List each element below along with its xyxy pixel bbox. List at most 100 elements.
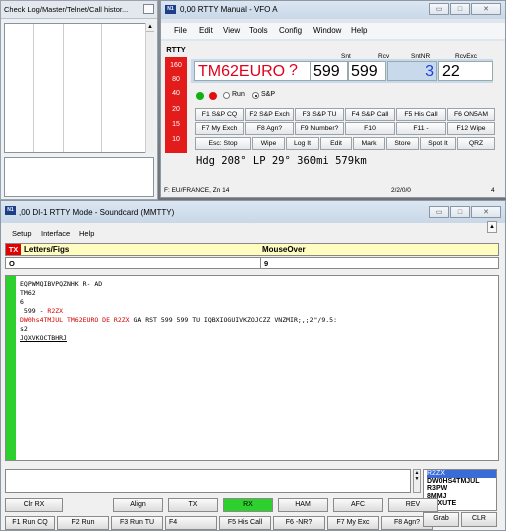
wipe-button[interactable]: Wipe <box>252 137 285 150</box>
scroll-up-icon[interactable]: ▲ <box>146 23 154 32</box>
f10-button[interactable]: F10 <box>345 122 395 135</box>
check-log-grid[interactable] <box>4 23 154 153</box>
green-led-icon <box>196 92 204 100</box>
divider <box>260 258 261 269</box>
rx-callsign-text[interactable]: DW0hs4TMJUL TM62EURO DE R2ZX <box>20 316 130 324</box>
ham-button[interactable]: HAM <box>278 498 328 512</box>
minimize-button[interactable]: ▭ <box>429 3 449 15</box>
f3-button[interactable]: F3 S&P TU <box>295 108 344 121</box>
check-log-titlebar[interactable]: Check Log/Master/Telnet/Call histor... <box>1 1 157 19</box>
status-counts: 2/2/0/0 <box>391 187 411 194</box>
rx-button[interactable]: RX <box>223 498 273 512</box>
clr-button[interactable]: CLR <box>461 512 497 527</box>
band-40[interactable]: 40 <box>165 90 187 97</box>
scroll-up-icon[interactable]: ▲ <box>487 221 497 233</box>
f4-button[interactable]: F4 S&P Call <box>345 108 395 121</box>
f3-run-tu-button[interactable]: F3 Run TU <box>111 516 163 530</box>
rcvexc-input[interactable]: 22 <box>438 61 493 81</box>
menu-tools[interactable]: Tools <box>249 26 268 35</box>
run-radio[interactable] <box>223 92 230 99</box>
f2-run-button[interactable]: F2 Run <box>57 516 109 530</box>
edit-button[interactable]: Edit <box>320 137 352 150</box>
store-button[interactable]: Store <box>386 137 419 150</box>
clear-rx-button[interactable]: Clr RX <box>5 498 63 512</box>
menu-help[interactable]: Help <box>79 229 94 238</box>
app-icon: N1 <box>165 5 176 14</box>
rx-callsign[interactable]: R2ZX <box>47 307 63 315</box>
sntnr-input[interactable]: 3 <box>387 61 437 81</box>
call-history-pane[interactable] <box>4 157 154 197</box>
rtty-titlebar[interactable]: N1 0,00 RTTY Manual - VFO A ▭ □ ✕ <box>161 1 505 19</box>
menu-view[interactable]: View <box>223 26 240 35</box>
tx-button[interactable]: TX <box>168 498 218 512</box>
receive-text-area[interactable]: EQPWMQIBVPQZNHK R- AD TM62 6 599 - R2ZX DW0… <box>5 275 499 461</box>
callsign-stack-item[interactable]: DW0HS4TMJUL <box>427 478 496 486</box>
maximize-button[interactable]: □ <box>450 206 470 218</box>
menu-file[interactable]: File <box>174 26 187 35</box>
f7-button[interactable]: F7 My Exch <box>195 122 244 135</box>
menu-window[interactable]: Window <box>313 26 341 35</box>
transmit-text-area[interactable] <box>5 469 411 493</box>
grab-button[interactable]: Grab <box>423 512 459 527</box>
rx-text: 599 - <box>20 307 48 315</box>
band-20[interactable]: 20 <box>165 106 187 113</box>
afc-button[interactable]: AFC <box>333 498 383 512</box>
mouseover-label: MouseOver <box>262 245 306 254</box>
band-160[interactable]: 160 <box>165 62 187 69</box>
f12-button[interactable]: F12 Wipe <box>447 122 495 135</box>
app-icon: N1 <box>5 206 16 215</box>
qrz-button[interactable]: QRZ <box>457 137 495 150</box>
di-titlebar[interactable]: N1 ,00 DI-1 RTTY Mode - Soundcard (MMTTY… <box>1 201 505 223</box>
f1-button[interactable]: F1 S&P CQ <box>195 108 244 121</box>
snt-input[interactable]: 599 <box>310 61 348 81</box>
callsign-stack-item[interactable]: R2ZX <box>427 470 496 478</box>
align-button[interactable]: Align <box>113 498 163 512</box>
menu-edit[interactable]: Edit <box>199 26 213 35</box>
f8-button[interactable]: F8 Agn? <box>245 122 294 135</box>
f5-button[interactable]: F5 His Call <box>396 108 446 121</box>
minimize-button[interactable] <box>143 4 154 14</box>
menu-setup[interactable]: Setup <box>12 229 32 238</box>
close-button[interactable]: ✕ <box>471 206 501 218</box>
sp-radio[interactable] <box>252 92 259 99</box>
letters-figs-value: O <box>9 259 15 268</box>
check-log-scrollbar[interactable]: ▲ <box>145 23 154 153</box>
f6-nr-button[interactable]: F6 -NR? <box>273 516 325 530</box>
status-value-bar: O 9 <box>5 257 499 269</box>
f9-button[interactable]: F9 Number? <box>295 122 344 135</box>
rx-line: DW0hs4TMJUL TM62EURO DE R2ZX GA RST 599 … <box>20 316 337 325</box>
minimize-button[interactable]: ▭ <box>429 206 449 218</box>
red-led-icon <box>209 92 217 100</box>
rcv-input[interactable]: 599 <box>348 61 386 81</box>
receive-text[interactable]: EQPWMQIBVPQZNHK R- AD TM62 6 599 - R2ZX DW0… <box>20 280 337 343</box>
spot-it-button[interactable]: Spot It <box>420 137 456 150</box>
log-it-button[interactable]: Log It <box>286 137 319 150</box>
mark-button[interactable]: Mark <box>353 137 385 150</box>
esc-stop-button[interactable]: Esc: Stop <box>195 137 251 150</box>
callsign-stack-item[interactable]: R3PW <box>427 485 496 493</box>
f4-button[interactable]: F4 <box>165 516 217 530</box>
band-80[interactable]: 80 <box>165 76 187 83</box>
f6-button[interactable]: F6 ON5AM <box>447 108 495 121</box>
f11-button[interactable]: F11 - <box>396 122 446 135</box>
close-button[interactable]: ✕ <box>471 3 501 15</box>
f5-his-call-button[interactable]: F5 His Call <box>219 516 271 530</box>
menu-interface[interactable]: Interface <box>41 229 70 238</box>
band-10[interactable]: 10 <box>165 136 187 143</box>
f2-button[interactable]: F2 S&P Exch <box>245 108 294 121</box>
grid-divider <box>63 24 64 152</box>
menu-config[interactable]: Config <box>279 26 302 35</box>
rx-line: 599 - R2ZX <box>20 307 337 316</box>
rev-button[interactable]: REV <box>388 498 438 512</box>
menu-help[interactable]: Help <box>351 26 367 35</box>
rtty-window-title: 0,00 RTTY Manual - VFO A <box>180 5 278 14</box>
di-window-title: ,00 DI-1 RTTY Mode - Soundcard (MMTTY) <box>19 208 175 217</box>
tx-scrollbar[interactable]: ▲ ▼ <box>413 469 421 493</box>
band-15[interactable]: 15 <box>165 121 187 128</box>
rx-line: TM62 <box>20 289 36 297</box>
band-selector[interactable]: RTTY 160 80 40 20 15 10 <box>165 45 187 153</box>
f7-my-exc-button[interactable]: F7 My Exc <box>327 516 379 530</box>
maximize-button[interactable]: □ <box>450 3 470 15</box>
rx-line: s2 <box>20 325 28 333</box>
f1-run-cq-button[interactable]: F1 Run CQ <box>5 516 55 530</box>
